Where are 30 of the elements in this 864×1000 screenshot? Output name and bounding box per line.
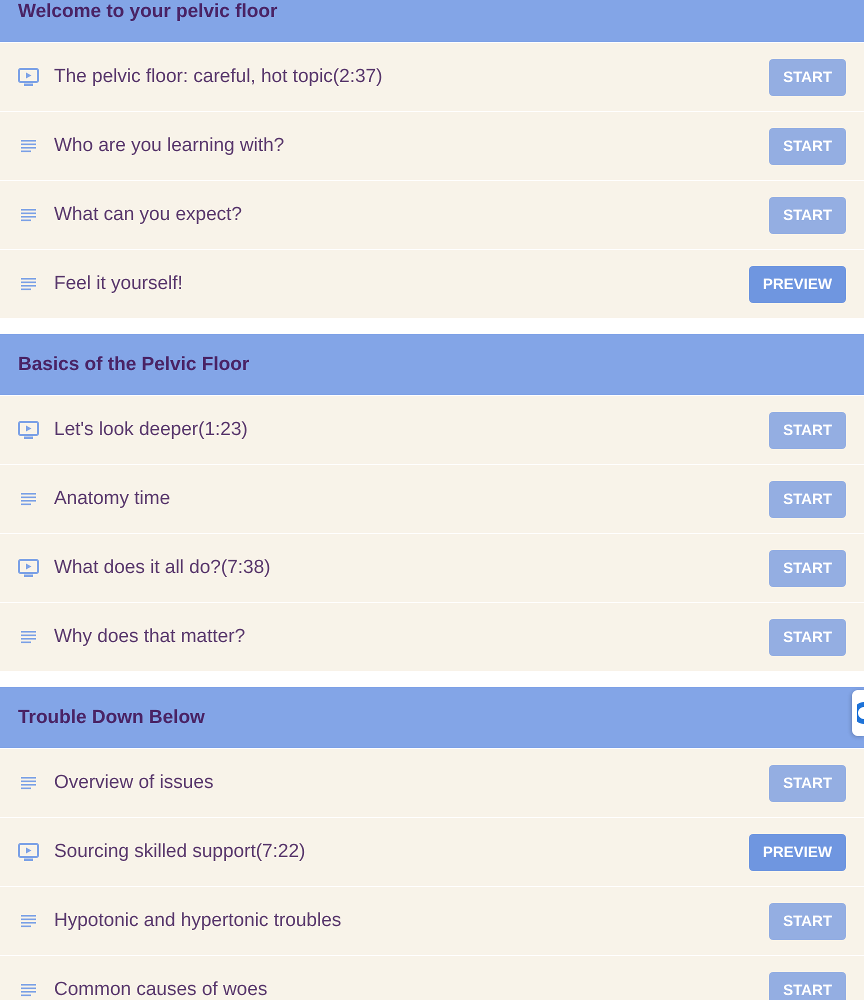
section-header: Basics of the Pelvic Floor <box>0 334 864 395</box>
video-screen-icon <box>18 68 39 86</box>
text-lines-icon <box>21 914 36 928</box>
lesson-title: Let's look deeper(1:23) <box>54 419 249 441</box>
text-lines-icon <box>21 630 36 644</box>
lesson-row[interactable]: Sourcing skilled support(7:22) PREVIEW <box>0 817 864 886</box>
text-lines-icon <box>21 984 36 996</box>
text-lines-icon <box>21 140 36 152</box>
lesson-title: What can you expect? <box>54 204 243 226</box>
lesson-title: Common causes of woes <box>54 979 268 1000</box>
section-header: Welcome to your pelvic floor <box>0 0 864 42</box>
floating-button[interactable] <box>852 690 864 736</box>
lesson-title: Feel it yourself! <box>54 273 184 295</box>
text-lines-icon <box>21 776 36 790</box>
lesson-title: Hypotonic and hypertonic troubles <box>54 910 342 932</box>
video-screen-icon <box>18 843 39 861</box>
text-lines-icon <box>21 208 36 222</box>
lesson-title: What does it all do?(7:38) <box>54 557 272 579</box>
section-header: Trouble Down Below <box>0 687 864 748</box>
lesson-title: Anatomy time <box>54 488 172 510</box>
text-lines-icon <box>21 492 36 506</box>
lesson-title: The pelvic floor: careful, hot topic(2:37) <box>54 66 384 88</box>
lesson-row[interactable]: Feel it yourself! PREVIEW <box>0 249 864 318</box>
lesson-title: Why does that matter? <box>54 626 246 648</box>
video-screen-icon <box>18 421 39 439</box>
lesson-title: Overview of issues <box>54 772 214 794</box>
text-lines-icon <box>21 278 36 290</box>
video-screen-icon <box>18 559 39 577</box>
lesson-title: Sourcing skilled support(7:22) <box>54 841 306 863</box>
lesson-title: Who are you learning with? <box>54 135 286 157</box>
